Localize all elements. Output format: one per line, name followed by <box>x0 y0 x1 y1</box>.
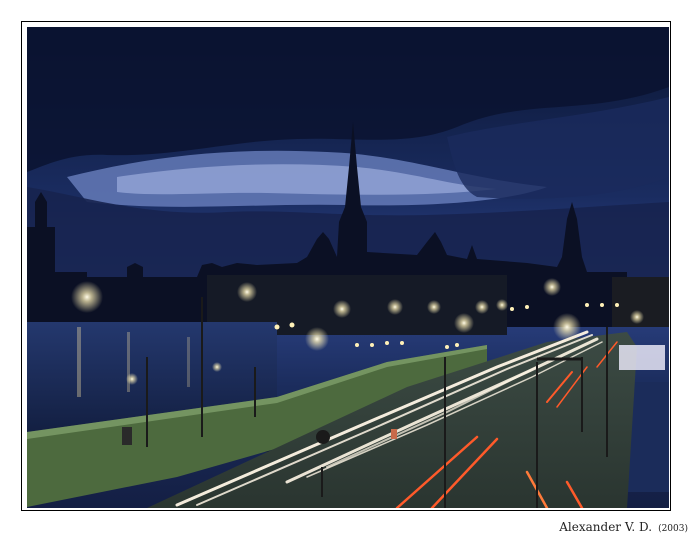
lit-building <box>619 345 665 370</box>
night-city-photo <box>27 27 669 508</box>
photo-credit: Alexander V. D. (2003) <box>559 520 688 534</box>
credit-author: Alexander V. D. <box>559 520 653 534</box>
credit-year: (2003) <box>658 524 688 534</box>
